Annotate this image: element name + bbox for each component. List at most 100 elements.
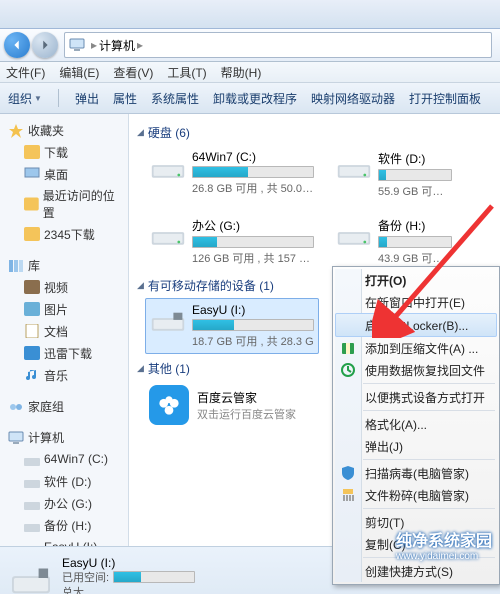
documents-icon (24, 324, 40, 338)
drive-i-caption: 18.7 GB 可用 , 共 28.3 G (192, 333, 314, 349)
sidebar-lib-videos[interactable]: 视频 (0, 276, 128, 298)
ctx-sep-1 (363, 383, 495, 384)
cmd-properties[interactable]: 属性 (113, 90, 137, 107)
recent-icon (24, 197, 39, 211)
hdd-icon (24, 518, 40, 532)
ctx-file-shredder[interactable]: 文件粉碎(电脑管家) (335, 484, 497, 506)
drive-c-caption: 26.8 GB 可用 , 共 50.0 GB (192, 180, 314, 196)
window-titlebar (0, 0, 500, 29)
hdd-icon (150, 217, 186, 249)
breadcrumb-sep-1: ▸ (91, 38, 97, 52)
baidu-cloud-icon (149, 385, 189, 425)
ctx-create-shortcut[interactable]: 创建快捷方式(S) (335, 560, 497, 582)
desktop-icon (24, 167, 40, 181)
ctx-open[interactable]: 打开(O) (335, 269, 497, 291)
watermark: 纯净系统家园 www.yidaimei.com (396, 527, 492, 562)
cmd-system-properties[interactable]: 系统属性 (151, 90, 199, 107)
details-used-bar (113, 571, 195, 583)
hdd-icon (150, 150, 186, 182)
back-button[interactable] (4, 32, 30, 58)
sidebar-libraries[interactable]: 库 (0, 255, 128, 276)
details-name: EasyU (I:) (62, 556, 195, 571)
navigation-pane: 收藏夹 下载 桌面 最近访问的位置 2345下载 库 视频 图片 文档 迅雷下载… (0, 114, 129, 546)
ctx-enable-bitlocker[interactable]: 启用 BitLocker(B)... (335, 313, 497, 337)
star-icon (8, 124, 24, 138)
usb-drive-icon (150, 303, 186, 335)
ctx-sep-4 (363, 508, 495, 509)
shredder-icon (340, 487, 356, 503)
ctx-data-recovery[interactable]: 使用数据恢复找回文件 (335, 359, 497, 381)
drive-g[interactable]: 办公 (G:)126 GB 可用 , 共 157 GB (145, 212, 319, 271)
archive-icon (340, 340, 356, 356)
ctx-open-new-window[interactable]: 在新窗口中打开(E) (335, 291, 497, 313)
drive-i-name: EasyU (I:) (192, 303, 314, 317)
library-icon (8, 259, 24, 273)
drive-h-name: 备份 (H:) (378, 217, 452, 234)
sidebar-drive-h[interactable]: 备份 (H:) (0, 514, 128, 536)
menu-view[interactable]: 查看(V) (113, 64, 153, 81)
ctx-sep-3 (363, 459, 495, 460)
cmd-organize[interactable]: 组织▼ (8, 90, 42, 107)
nav-row: ▸ 计算机 ▸ (0, 29, 500, 62)
drive-h[interactable]: 备份 (H:)43.9 GB 可用 , 共 49 (331, 212, 457, 271)
ctx-add-to-archive[interactable]: 添加到压缩文件(A) ... (335, 337, 497, 359)
hdd-icon (336, 217, 372, 249)
drive-c[interactable]: 64Win7 (C:) 26.8 GB 可用 , 共 50.0 GB (145, 145, 319, 204)
menu-edit[interactable]: 编辑(E) (59, 64, 99, 81)
sidebar-fav-recent[interactable]: 最近访问的位置 (0, 185, 128, 223)
sidebar-favorites[interactable]: 收藏夹 (0, 120, 128, 141)
sidebar-fav-desktop[interactable]: 桌面 (0, 163, 128, 185)
menu-help[interactable]: 帮助(H) (221, 64, 262, 81)
homegroup-icon (8, 400, 24, 414)
drive-c-name: 64Win7 (C:) (192, 150, 314, 164)
details-total-label: 总大 (62, 586, 195, 594)
ctx-open-portable[interactable]: 以便携式设备方式打开 (335, 386, 497, 408)
drive-i-removable[interactable]: EasyU (I:) 18.7 GB 可用 , 共 28.3 G (145, 298, 319, 354)
ctx-scan-virus[interactable]: 扫描病毒(电脑管家) (335, 462, 497, 484)
command-bar: 组织▼ 弹出 属性 系统属性 卸载或更改程序 映射网络驱动器 打开控制面板 (0, 83, 500, 114)
hdd-icon (24, 452, 40, 466)
breadcrumb-sep-2: ▸ (137, 38, 143, 52)
forward-button[interactable] (32, 32, 58, 58)
sidebar-drive-c[interactable]: 64Win7 (C:) (0, 448, 128, 470)
recovery-icon (340, 362, 356, 378)
pictures-icon (24, 302, 40, 316)
sidebar-drive-g[interactable]: 办公 (G:) (0, 492, 128, 514)
ctx-eject[interactable]: 弹出(J) (335, 435, 497, 457)
sidebar-fav-downloads[interactable]: 下载 (0, 141, 128, 163)
videos-icon (24, 280, 40, 294)
ctx-sep-2 (363, 410, 495, 411)
cmd-map-network-drive[interactable]: 映射网络驱动器 (311, 90, 395, 107)
usb-drive-large-icon (10, 559, 52, 594)
section-hard-disks[interactable]: ◢硬盘 (6) (137, 124, 500, 141)
menu-file[interactable]: 文件(F) (6, 64, 45, 81)
breadcrumb-computer[interactable]: 计算机 (99, 37, 135, 54)
drive-d-bar (378, 169, 452, 181)
details-used-label: 已用空间: (62, 572, 109, 584)
cmd-uninstall[interactable]: 卸载或更改程序 (213, 90, 297, 107)
collapse-triangle-icon: ◢ (137, 127, 144, 138)
baidu-cloud-name: 百度云管家 (197, 389, 296, 406)
menu-tools[interactable]: 工具(T) (167, 64, 206, 81)
sidebar-lib-documents[interactable]: 文档 (0, 320, 128, 342)
sidebar-drive-i[interactable]: EasyU (I:) (0, 536, 128, 546)
cmd-control-panel[interactable]: 打开控制面板 (409, 90, 481, 107)
cmd-eject[interactable]: 弹出 (75, 90, 99, 107)
menu-bar: 文件(F) 编辑(E) 查看(V) 工具(T) 帮助(H) (0, 62, 500, 83)
drive-d-caption: 55.9 GB 可用 , 共 61 (378, 183, 452, 199)
drive-d-name: 软件 (D:) (378, 150, 452, 167)
sidebar-computer[interactable]: 计算机 (4, 427, 124, 448)
sidebar-drive-d[interactable]: 软件 (D:) (0, 470, 128, 492)
ctx-format[interactable]: 格式化(A)... (335, 413, 497, 435)
sidebar-homegroup[interactable]: 家庭组 (0, 396, 128, 417)
drive-h-bar (378, 236, 452, 248)
xunlei-icon (24, 346, 40, 360)
drive-d[interactable]: 软件 (D:) 55.9 GB 可用 , 共 61 (331, 145, 457, 204)
sidebar-fav-2345[interactable]: 2345下载 (0, 223, 128, 245)
sidebar-lib-pictures[interactable]: 图片 (0, 298, 128, 320)
address-bar[interactable]: ▸ 计算机 ▸ (64, 32, 492, 58)
hdd-icon (336, 150, 372, 182)
drive-g-bar (192, 236, 314, 248)
sidebar-lib-music[interactable]: 音乐 (0, 364, 128, 386)
sidebar-lib-xunlei[interactable]: 迅雷下载 (0, 342, 128, 364)
